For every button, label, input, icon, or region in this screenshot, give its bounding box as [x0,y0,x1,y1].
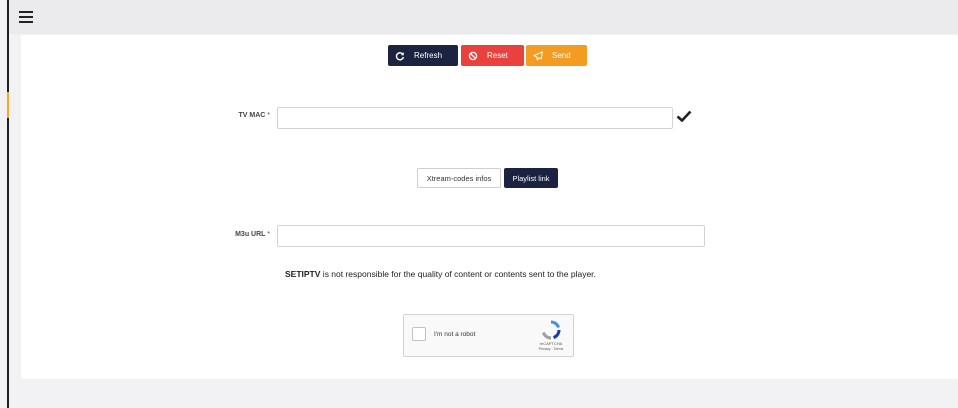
captcha-checkbox[interactable] [412,327,426,341]
top-bar [9,0,958,34]
paper-plane-icon [533,50,543,60]
m3u-url-input[interactable] [277,225,705,247]
reset-button-label: Reset [487,51,508,60]
recaptcha-widget: I'm not a robot reCAPTCHA Privacy - Term… [403,314,574,357]
check-icon [676,110,692,122]
left-accent-marker [7,92,9,118]
required-mark: * [267,231,270,238]
refresh-button[interactable]: Refresh [388,45,458,66]
tv-mac-label: TV MAC * [238,112,270,119]
tab-xtream-codes-infos[interactable]: Xtream-codes infos [417,168,501,188]
send-button-label: Send [552,51,571,60]
captcha-brand: reCAPTCHA [539,341,563,346]
recaptcha-logo-icon [541,320,561,340]
hamburger-menu-icon[interactable] [19,11,33,23]
refresh-button-label: Refresh [414,51,443,60]
brand-name: SETIPTV [285,269,321,279]
captcha-label: I'm not a robot [434,331,476,338]
tab-playlist-link[interactable]: Playlist link [504,168,558,188]
send-button[interactable]: Send [526,45,587,66]
refresh-icon [395,51,405,60]
reset-button[interactable]: Reset [461,45,524,66]
disclaimer-text: SETIPTV is not responsible for the quali… [285,269,596,279]
left-edge-rule [7,0,9,408]
captcha-terms-link[interactable]: Privacy - Terms [521,347,581,351]
m3u-url-label: M3u URL * [235,231,270,238]
tv-mac-input[interactable] [277,107,673,129]
ban-icon [468,51,478,60]
required-mark: * [267,112,270,119]
